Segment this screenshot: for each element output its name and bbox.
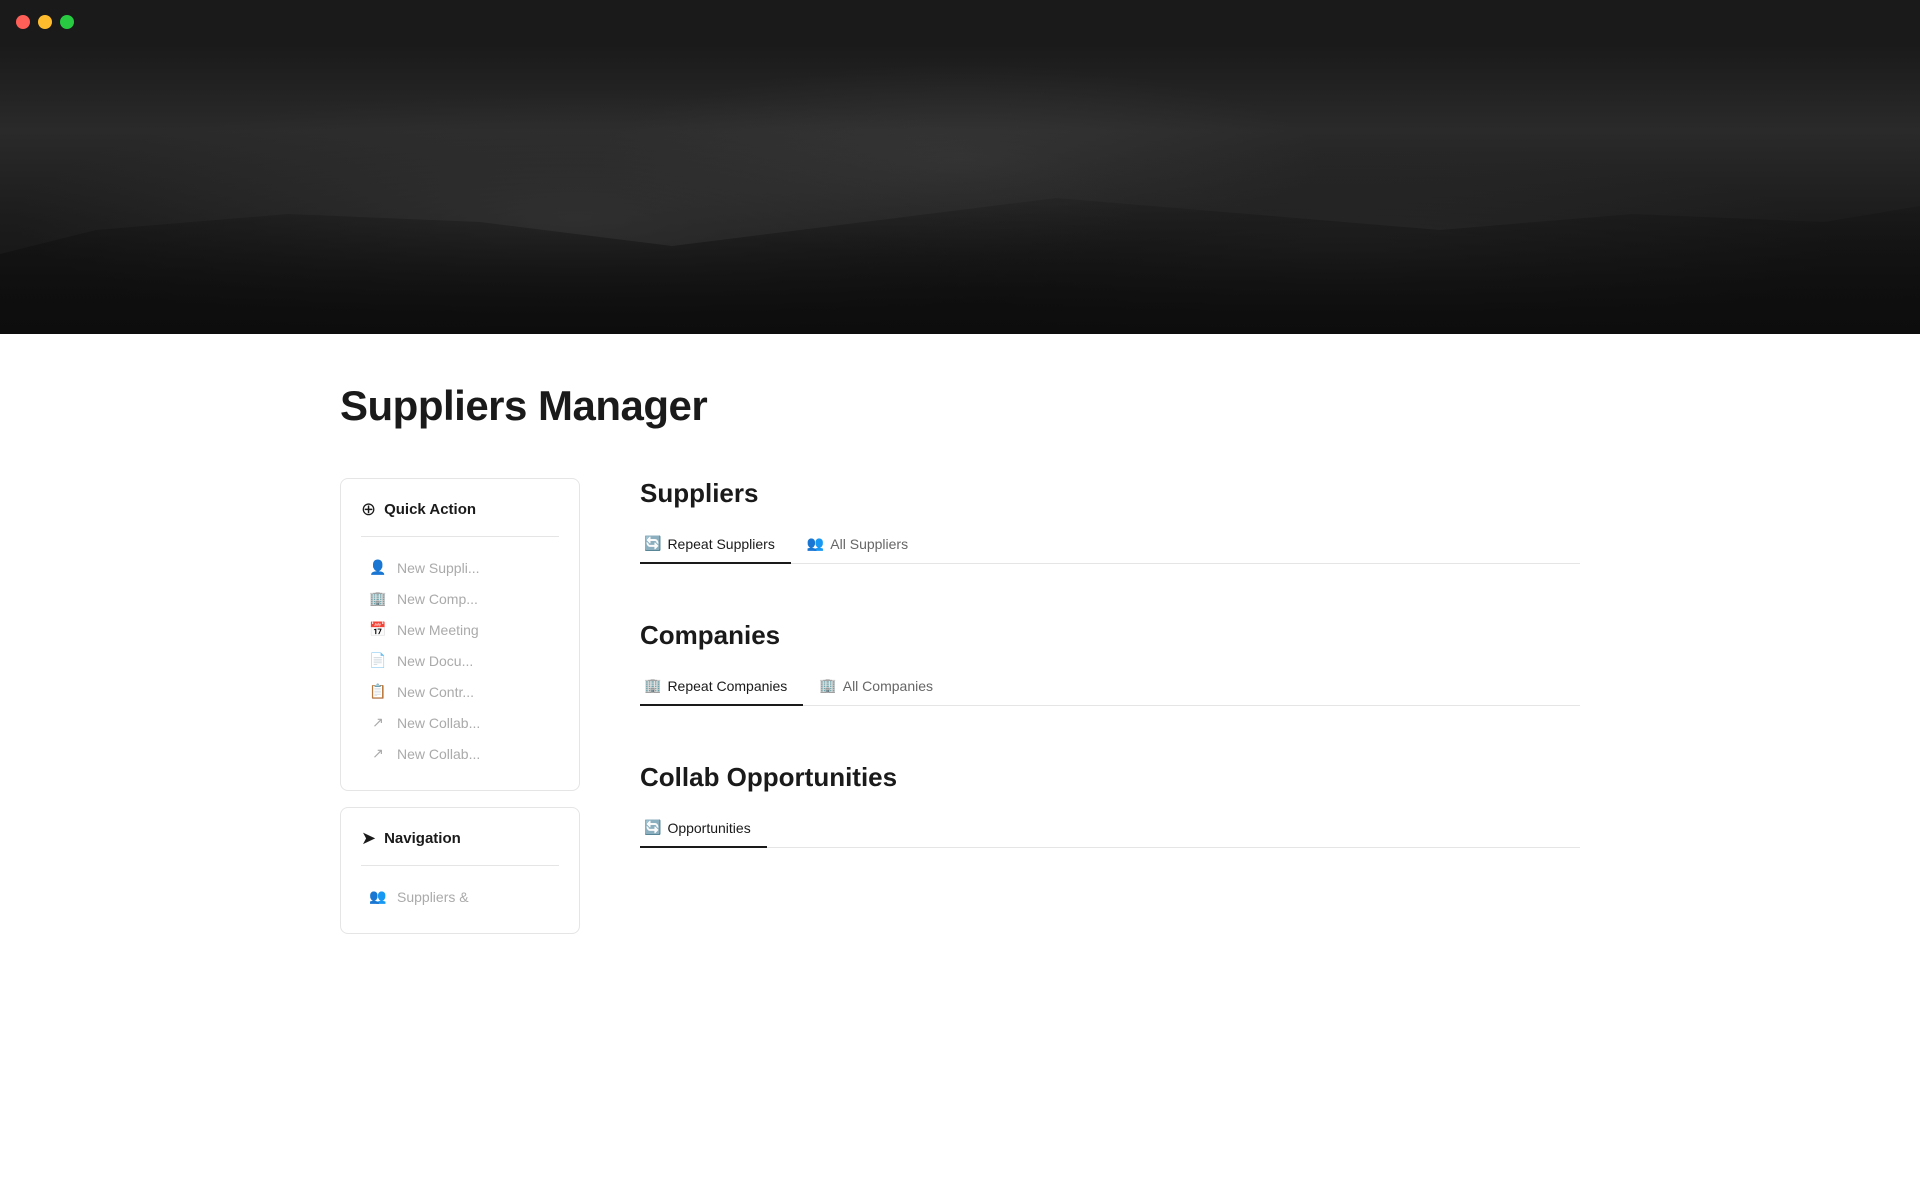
collab-tabs: 🔄 Opportunities bbox=[640, 809, 1580, 848]
building-icon-2: 🏢 bbox=[819, 677, 836, 694]
opportunities-label: Opportunities bbox=[667, 820, 750, 836]
new-collab-label-1: New Collab... bbox=[397, 715, 480, 731]
quick-action-item[interactable]: 📅 New Meeting bbox=[361, 615, 559, 644]
plus-circle-icon: ⊕ bbox=[361, 499, 376, 520]
company-icon: 🏢 bbox=[369, 590, 387, 607]
hero-banner bbox=[0, 44, 1920, 334]
tab-all-suppliers[interactable]: 👥 All Suppliers bbox=[803, 525, 924, 564]
suppliers-title: Suppliers bbox=[640, 478, 1580, 509]
group-icon: 👥 bbox=[807, 535, 824, 552]
tab-repeat-suppliers[interactable]: 🔄 Repeat Suppliers bbox=[640, 525, 791, 564]
navigation-title: Navigation bbox=[384, 830, 461, 847]
quick-action-header: ⊕ Quick Action bbox=[361, 499, 559, 537]
new-collab-label-2: New Collab... bbox=[397, 746, 480, 762]
new-supplier-label: New Suppli... bbox=[397, 560, 479, 576]
page-title: Suppliers Manager bbox=[340, 382, 1580, 430]
contract-icon: 📋 bbox=[369, 683, 387, 700]
quick-action-item[interactable]: ↗ New Collab... bbox=[361, 739, 559, 768]
all-companies-label: All Companies bbox=[843, 678, 933, 694]
navigation-header: ➤ Navigation bbox=[361, 828, 559, 866]
repeat-companies-label: Repeat Companies bbox=[667, 678, 787, 694]
calendar-icon: 📅 bbox=[369, 621, 387, 638]
navigation-icon: ➤ bbox=[361, 828, 376, 849]
companies-title: Companies bbox=[640, 620, 1580, 651]
companies-section: Companies 🏢 Repeat Companies 🏢 All Compa… bbox=[640, 620, 1580, 706]
new-document-label: New Docu... bbox=[397, 653, 473, 669]
repeat-icon: 🔄 bbox=[644, 535, 661, 552]
nav-item[interactable]: 👥 Suppliers & bbox=[361, 882, 559, 911]
suppliers-nav-label: Suppliers & bbox=[397, 889, 469, 905]
collab-icon-1: ↗ bbox=[369, 714, 387, 731]
content-layout: ⊕ Quick Action 👤 New Suppli... 🏢 New Com… bbox=[340, 478, 1580, 934]
suppliers-section: Suppliers 🔄 Repeat Suppliers 👥 All Suppl… bbox=[640, 478, 1580, 564]
new-meeting-label: New Meeting bbox=[397, 622, 479, 638]
building-icon-1: 🏢 bbox=[644, 677, 661, 694]
titlebar bbox=[0, 0, 1920, 44]
quick-action-item[interactable]: 👤 New Suppli... bbox=[361, 553, 559, 582]
quick-action-item[interactable]: 🏢 New Comp... bbox=[361, 584, 559, 613]
tab-repeat-companies[interactable]: 🏢 Repeat Companies bbox=[640, 667, 803, 706]
document-icon: 📄 bbox=[369, 652, 387, 669]
collab-icon-2: ↗ bbox=[369, 745, 387, 762]
quick-action-item[interactable]: 📄 New Docu... bbox=[361, 646, 559, 675]
repeat-suppliers-label: Repeat Suppliers bbox=[667, 536, 774, 552]
opportunities-icon: 🔄 bbox=[644, 819, 661, 836]
suppliers-tabs: 🔄 Repeat Suppliers 👥 All Suppliers bbox=[640, 525, 1580, 564]
main-panel: Suppliers 🔄 Repeat Suppliers 👥 All Suppl… bbox=[640, 478, 1580, 904]
collab-title: Collab Opportunities bbox=[640, 762, 1580, 793]
new-company-label: New Comp... bbox=[397, 591, 478, 607]
sidebar: ⊕ Quick Action 👤 New Suppli... 🏢 New Com… bbox=[340, 478, 580, 934]
new-contract-label: New Contr... bbox=[397, 684, 474, 700]
navigation-card: ➤ Navigation 👥 Suppliers & bbox=[340, 807, 580, 934]
maximize-button[interactable] bbox=[60, 15, 74, 29]
companies-tabs: 🏢 Repeat Companies 🏢 All Companies bbox=[640, 667, 1580, 706]
quick-action-item[interactable]: 📋 New Contr... bbox=[361, 677, 559, 706]
close-button[interactable] bbox=[16, 15, 30, 29]
tab-opportunities[interactable]: 🔄 Opportunities bbox=[640, 809, 767, 848]
minimize-button[interactable] bbox=[38, 15, 52, 29]
main-content: Suppliers Manager ⊕ Quick Action 👤 New S… bbox=[260, 334, 1660, 982]
quick-action-card: ⊕ Quick Action 👤 New Suppli... 🏢 New Com… bbox=[340, 478, 580, 791]
quick-action-item[interactable]: ↗ New Collab... bbox=[361, 708, 559, 737]
quick-action-title: Quick Action bbox=[384, 501, 476, 518]
person-icon: 👤 bbox=[369, 559, 387, 576]
tab-all-companies[interactable]: 🏢 All Companies bbox=[815, 667, 949, 706]
collab-section: Collab Opportunities 🔄 Opportunities bbox=[640, 762, 1580, 848]
all-suppliers-label: All Suppliers bbox=[830, 536, 908, 552]
suppliers-nav-icon: 👥 bbox=[369, 888, 387, 905]
